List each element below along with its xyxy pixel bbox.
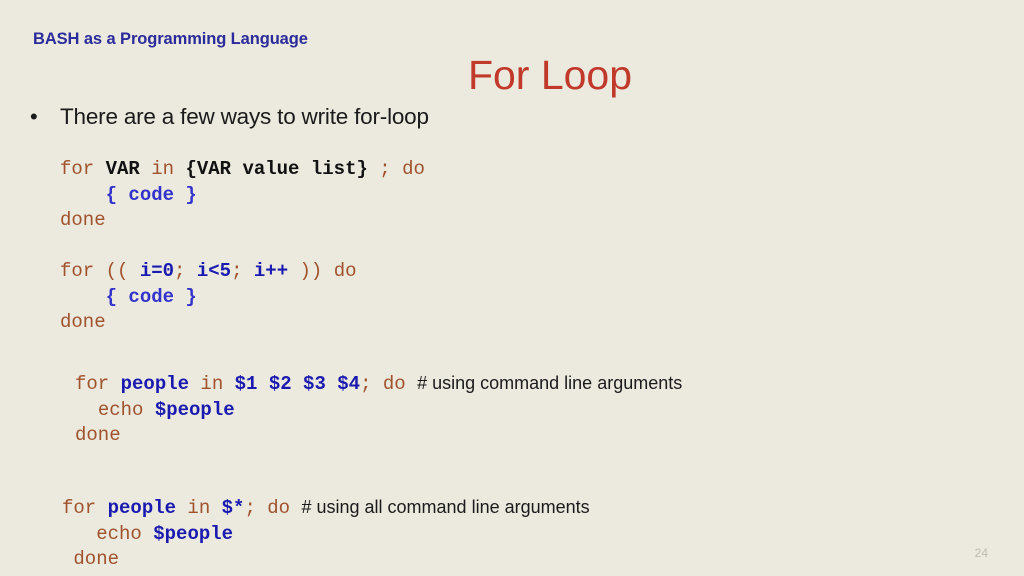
code-token-keyword: echo [96,522,154,545]
code-line: echo $people [62,523,233,545]
code-block-all-args: for people in $*; do # using all command… [62,495,590,573]
code-token-expression: i<5 [196,260,232,282]
code-token-variable: $people [153,522,234,545]
code-line: done [60,311,106,333]
code-block-var-list: for VAR in {VAR value list} ; do { code … [60,157,425,234]
code-line: { code } [60,184,197,206]
code-token-comment: # using command line arguments [417,373,683,393]
code-token-keyword: in [189,373,235,395]
code-token-keyword: for [60,158,106,180]
code-token-keyword: for [75,373,121,395]
code-token-keyword: do [333,260,357,282]
code-token-keyword: do [382,373,418,395]
code-token-keyword: echo [97,398,155,421]
code-token-keyword: for [62,497,108,519]
code-token-keyword: done [60,311,106,333]
code-token-keyword: done [75,424,121,446]
code-token-punctuation: ; [231,260,254,282]
slide: BASH as a Programming Language For Loop … [0,0,1024,576]
bullet-item: • There are a few ways to write for-loop [30,104,429,130]
code-token-keyword: ; [367,158,403,180]
code-line: for people in $*; do # using all command… [62,497,590,519]
bullet-item-label: There are a few ways to write for-loop [60,104,429,129]
code-token-variable: $* [221,497,245,519]
code-token-punctuation: )) [288,260,334,282]
code-token-keyword: ; [244,497,268,519]
code-line: done [62,548,119,570]
page-number: 24 [974,546,988,560]
page-title: For Loop [467,52,633,98]
code-block-positional-args: for people in $1 $2 $3 $4; do # using co… [75,371,682,449]
code-line: for VAR in {VAR value list} ; do [60,158,425,180]
code-line: for people in $1 $2 $3 $4; do # using co… [75,373,682,395]
code-token-keyword: done [60,209,106,231]
code-line: echo $people [75,399,235,421]
code-line: { code } [60,286,197,308]
code-token-keyword: ; [360,373,383,395]
code-block-c-style: for (( i=0; i<5; i++ )) do { code } done [60,259,357,336]
code-token-code-placeholder: { code } [105,183,197,206]
code-token-punctuation: ; [174,260,197,282]
code-line: for (( i=0; i<5; i++ )) do [60,260,357,282]
code-token-comment: # using all command line arguments [301,497,590,517]
code-token-variable: $people [154,398,235,421]
code-token-expression: i++ [253,260,289,282]
code-token-punctuation: (( [105,260,140,282]
code-token-literal: VAR [105,158,140,180]
code-token-keyword: done [73,548,120,570]
code-token-keyword: do [402,158,425,180]
code-token-keyword: for [60,260,106,282]
code-token-variable: people [120,373,190,395]
code-token-variable: people [107,497,177,519]
code-token-keyword: in [139,158,186,180]
code-token-code-placeholder: { code } [105,285,197,308]
code-token-literal: {VAR value list} [185,158,368,180]
code-line: done [75,424,121,446]
bullet-marker-icon: • [30,104,38,129]
code-token-expression: i=0 [139,260,175,282]
code-token-variable: $1 $2 $3 $4 [234,373,361,395]
slide-kicker: BASH as a Programming Language [33,30,308,48]
code-token-keyword: in [176,497,222,519]
code-line: done [60,209,106,231]
code-token-keyword: do [267,497,302,519]
